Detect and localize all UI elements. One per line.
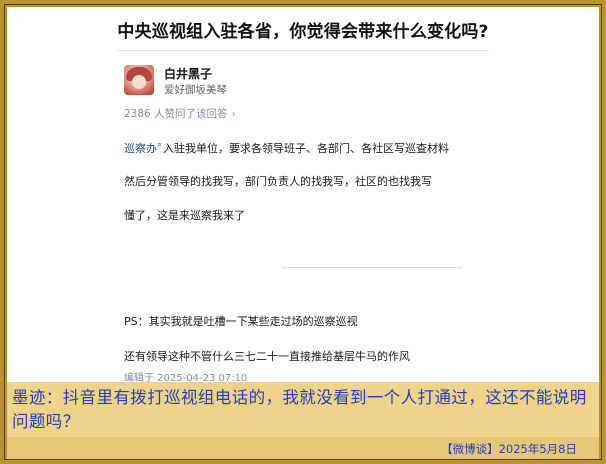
question-title[interactable]: 中央巡视组入驻各省，你觉得会带来什么变化吗? bbox=[7, 17, 599, 42]
upvote-text: 2386 人赞同了该回答 bbox=[124, 108, 228, 120]
answer-paragraph-5: 还有领导这种不管什么三七二十一直接推给基层牛马的作风 bbox=[124, 350, 410, 363]
content-divider bbox=[282, 267, 462, 268]
upvote-count[interactable]: 2386 人赞同了该回答 › bbox=[124, 106, 236, 121]
answer-paragraph-1: 巡察办⌕入驻我单位，要求各领导班子、各部门、各社区写巡查材料 bbox=[124, 140, 449, 156]
chevron-right-icon: › bbox=[231, 109, 236, 120]
comment-box: 墨迹：抖音里有拨打巡视组电话的，我就没看到一个人打通过，这还不能说明问题吗？ bbox=[7, 382, 599, 437]
signature-bar: 【微博谈】2025年5月8日 bbox=[7, 437, 599, 459]
edit-timestamp: 编辑于 2025-04-23 07:10 bbox=[124, 373, 248, 382]
signature-text: 【微博谈】2025年5月8日 bbox=[441, 442, 577, 456]
answer-screenshot: 中央巡视组入驻各省，你觉得会带来什么变化吗? 白井黑子 爱好御坂美琴 2386 … bbox=[7, 7, 599, 382]
keyword-link[interactable]: 巡察办 bbox=[124, 142, 157, 155]
answer-paragraph-2: 然后分管领导的找我写，部门负责人的找我写，社区的也找我写 bbox=[124, 175, 432, 188]
author-bio: 爱好御坂美琴 bbox=[164, 84, 227, 96]
answer-paragraph-4: PS：其实我就是吐槽一下某些走过场的巡察巡视 bbox=[124, 315, 358, 328]
author-avatar[interactable] bbox=[124, 65, 154, 95]
title-divider bbox=[117, 50, 489, 51]
answer-paragraph-3: 懂了，这是来巡察我来了 bbox=[124, 209, 245, 222]
paragraph-1-text: 入驻我单位，要求各领导班子、各部门、各社区写巡查材料 bbox=[163, 142, 450, 155]
avatar-face-shape bbox=[132, 75, 146, 89]
comment-text: 墨迹：抖音里有拨打巡视组电话的，我就没看到一个人打通过，这还不能说明问题吗？ bbox=[12, 388, 587, 431]
author-name[interactable]: 白井黑子 bbox=[164, 65, 212, 82]
search-icon: ⌕ bbox=[157, 140, 163, 150]
